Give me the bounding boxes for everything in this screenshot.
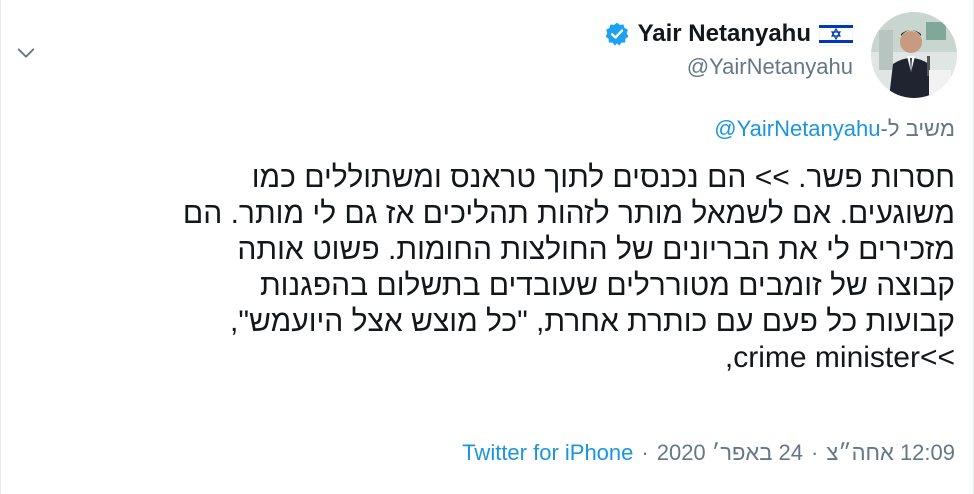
user-handle[interactable]: @YairNetanyahu [604,54,853,80]
display-name[interactable]: Yair Netanyahu [638,20,811,48]
tweet-date[interactable]: 24 באפר׳ 2020 [657,440,803,466]
tweet-card: Yair Netanyahu @YairNetanyahu משיב ל-@Ya… [0,0,974,494]
tweet-text: חסרות פשר. >> הם נכנסים לתוך טראנס ומשתו… [182,161,955,374]
tweet-footer: 12:09 אחה״צ · 24 באפר׳ 2020 · Twitter fo… [462,440,955,466]
tweet-header: Yair Netanyahu @YairNetanyahu [604,20,853,80]
replying-to-link[interactable]: @YairNetanyahu [714,116,880,141]
replying-to-prefix: משיב ל- [880,116,956,141]
name-row: Yair Netanyahu [604,20,853,48]
tweet-time[interactable]: 12:09 אחה״צ [826,440,955,466]
replying-to: משיב ל-@YairNetanyahu [714,116,955,142]
avatar-image [871,12,957,98]
verified-badge-icon [605,22,628,46]
avatar[interactable] [871,12,957,98]
israel-flag-icon [819,22,853,46]
separator: · [641,440,649,465]
chevron-down-icon[interactable] [15,42,37,64]
tweet-source-link[interactable]: Twitter for iPhone [462,440,633,466]
separator: · [811,440,819,465]
